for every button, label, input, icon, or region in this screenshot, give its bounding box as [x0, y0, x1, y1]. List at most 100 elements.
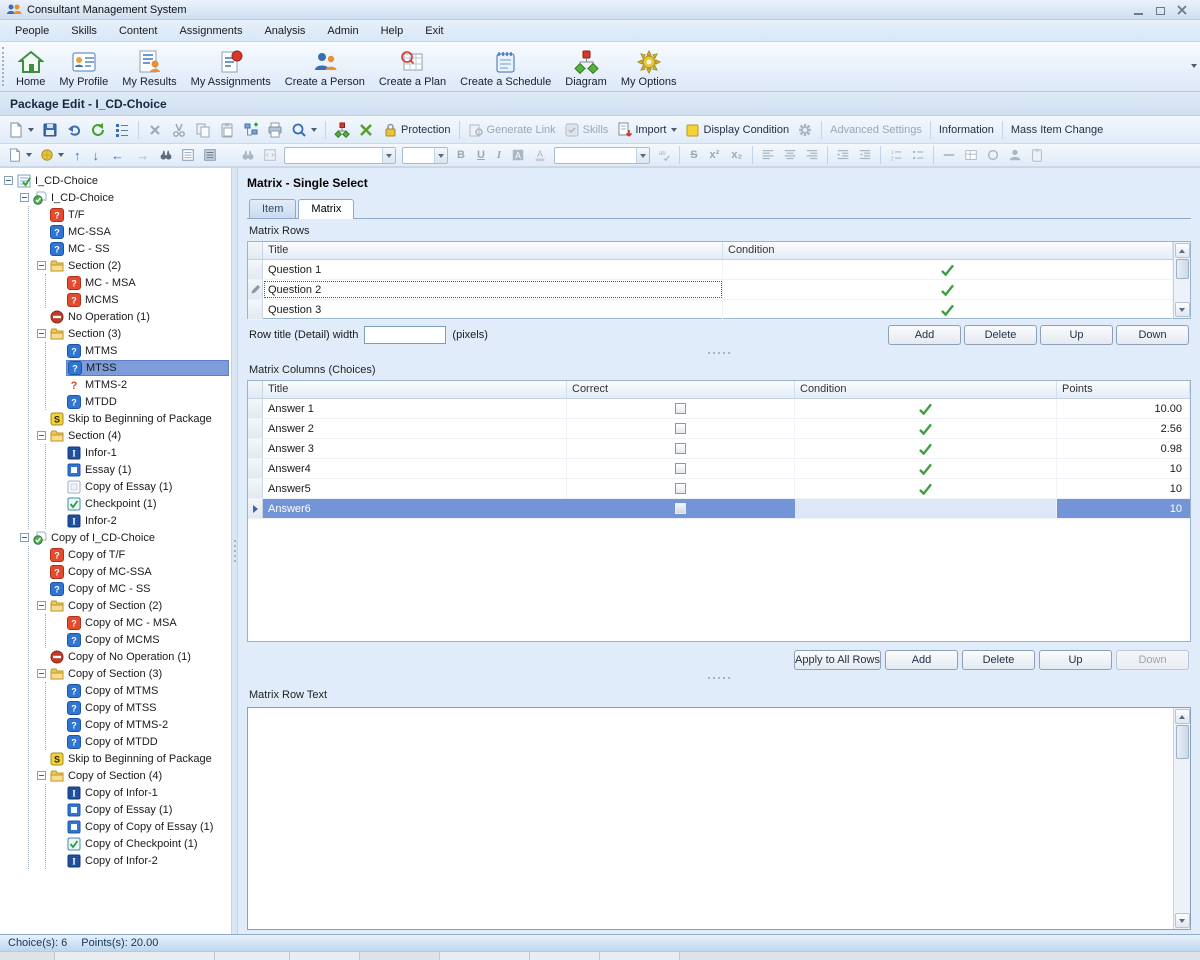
matrix-row[interactable]: Question 3	[248, 300, 1173, 320]
scroll-up-arrow[interactable]	[1175, 243, 1190, 258]
correct-checkbox[interactable]	[675, 443, 686, 454]
choice-row-selector[interactable]	[248, 419, 263, 438]
back-button[interactable]: ←	[105, 146, 130, 165]
choice-row[interactable]: Answer510	[248, 479, 1190, 499]
tree-item-skip-to-beginning-of-package[interactable]: SSkip to Beginning of Package	[49, 412, 229, 426]
create-a-plan-button[interactable]: Create a Plan	[372, 44, 453, 90]
expand-toggle[interactable]	[37, 261, 46, 270]
doc-new-icon[interactable]	[4, 120, 38, 140]
choice-row-selector[interactable]	[248, 459, 263, 478]
diagram-button[interactable]: Diagram	[558, 44, 614, 90]
add-button[interactable]: Add	[885, 650, 958, 670]
tree-item-essay-1[interactable]: Essay (1)	[66, 463, 229, 477]
tree-item-mtms-2[interactable]: ?MTMS-2	[66, 378, 229, 392]
menu-admin[interactable]: Admin	[316, 22, 369, 40]
tree-item-no-operation-1[interactable]: No Operation (1)	[49, 310, 229, 324]
scroll-down-arrow[interactable]	[1175, 913, 1190, 928]
menu-analysis[interactable]: Analysis	[253, 22, 316, 40]
menu-exit[interactable]: Exit	[414, 22, 454, 40]
scroll-down-arrow[interactable]	[1175, 302, 1190, 317]
choice-row[interactable]: Answer 110.00	[248, 399, 1190, 419]
tree-item-copy-of-mc-ssa[interactable]: ?Copy of MC-SSA	[49, 565, 229, 579]
create-a-schedule-button[interactable]: Create a Schedule	[453, 44, 558, 90]
tree-item-i-cd-choice[interactable]: I_CD-Choice	[32, 191, 229, 205]
choice-row[interactable]: Answer410	[248, 459, 1190, 479]
correct-checkbox[interactable]	[675, 483, 686, 494]
columns-text-splitter[interactable]	[247, 672, 1191, 683]
tree-item-copy-of-mtms[interactable]: ?Copy of MTMS	[66, 684, 229, 698]
tree-item-checkpoint-1[interactable]: Checkpoint (1)	[66, 497, 229, 511]
correct-checkbox[interactable]	[675, 503, 686, 514]
add-node-icon[interactable]	[239, 120, 263, 140]
tree-item-copy-of-essay-1[interactable]: Copy of Essay (1)	[66, 480, 229, 494]
rows-columns-splitter[interactable]	[247, 347, 1191, 358]
expand-toggle[interactable]	[37, 431, 46, 440]
tree-item-copy-of-mtdd[interactable]: ?Copy of MTDD	[66, 735, 229, 749]
tree-item-copy-of-t-f[interactable]: ?Copy of T/F	[49, 548, 229, 562]
up-button[interactable]: Up	[1039, 650, 1112, 670]
tree-item-section-4[interactable]: Section (4)	[49, 429, 229, 443]
import-button[interactable]: Import	[612, 120, 680, 140]
tree-item-mcms[interactable]: ?MCMS	[66, 293, 229, 307]
font-family-select[interactable]	[284, 147, 396, 164]
my-options-button[interactable]: My Options	[614, 44, 684, 90]
tree-item-copy-of-section-3[interactable]: Copy of Section (3)	[49, 667, 229, 681]
scroll-thumb[interactable]	[1176, 725, 1189, 759]
tree-item-copy-of-infor-2[interactable]: ICopy of Infor-2	[66, 854, 229, 868]
menu-help[interactable]: Help	[370, 22, 415, 40]
tree-item-copy-of-mtms-2[interactable]: ?Copy of MTMS-2	[66, 718, 229, 732]
tree-item-copy-of-mcms[interactable]: ?Copy of MCMS	[66, 633, 229, 647]
expand-toggle[interactable]	[20, 533, 29, 542]
find-icon[interactable]	[155, 146, 177, 164]
tree-item-mtdd[interactable]: ?MTDD	[66, 395, 229, 409]
tree-item-mc-ssa[interactable]: ?MC-SSA	[49, 225, 229, 239]
style-select[interactable]	[554, 147, 650, 164]
add-button[interactable]: Add	[888, 325, 961, 345]
restore-icon[interactable]	[1154, 5, 1166, 15]
expand-toggle[interactable]	[37, 329, 46, 338]
tree-item-t-f[interactable]: ?T/F	[49, 208, 229, 222]
tree-splitter[interactable]	[231, 168, 238, 934]
row-selector[interactable]	[248, 280, 263, 299]
my-results-button[interactable]: My Results	[115, 44, 183, 90]
tree-item-infor-2[interactable]: IInfor-2	[66, 514, 229, 528]
tree-item-mc-ss[interactable]: ?MC - SS	[49, 242, 229, 256]
tree-item-mtss[interactable]: ?MTSS	[66, 360, 229, 376]
correct-checkbox[interactable]	[675, 403, 686, 414]
correct-checkbox[interactable]	[675, 423, 686, 434]
up-button[interactable]: Up	[1040, 325, 1113, 345]
choice-row[interactable]: Answer 30.98	[248, 439, 1190, 459]
move-up-button[interactable]: ↑	[68, 146, 87, 165]
refresh-icon[interactable]	[86, 120, 110, 140]
tree-item-copy-of-copy-of-essay-1[interactable]: Copy of Copy of Essay (1)	[66, 820, 229, 834]
correct-checkbox[interactable]	[675, 463, 686, 474]
expand-toggle[interactable]	[37, 601, 46, 610]
menu-skills[interactable]: Skills	[60, 22, 108, 40]
expand-toggle[interactable]	[20, 193, 29, 202]
tree-item-copy-of-mc-msa[interactable]: ?Copy of MC - MSA	[66, 616, 229, 630]
menu-assignments[interactable]: Assignments	[168, 22, 253, 40]
expand-toggle[interactable]	[37, 669, 46, 678]
choice-row-selector[interactable]	[248, 399, 263, 418]
tree-item-copy-of-infor-1[interactable]: ICopy of Infor-1	[66, 786, 229, 800]
search-icon[interactable]	[287, 120, 321, 140]
display-condition-button[interactable]: Display Condition	[681, 120, 794, 140]
scroll-up-arrow[interactable]	[1175, 709, 1190, 724]
tree-item-infor-1[interactable]: IInfor-1	[66, 446, 229, 460]
create-a-person-button[interactable]: Create a Person	[278, 44, 372, 90]
tree-item-i-cd-choice[interactable]: I_CD-Choice	[16, 174, 229, 188]
mass-item-change-button[interactable]: Mass Item Change	[1007, 122, 1107, 138]
remove-x-icon[interactable]	[354, 120, 378, 140]
tree-item-copy-of-section-4[interactable]: Copy of Section (4)	[49, 769, 229, 783]
home-button[interactable]: Home	[9, 44, 52, 90]
matrix-row[interactable]: Question 2	[248, 280, 1173, 300]
tab-item[interactable]: Item	[249, 199, 296, 218]
save-icon[interactable]	[38, 120, 62, 140]
choice-row-selector[interactable]	[248, 479, 263, 498]
undo-icon[interactable]	[62, 120, 86, 140]
choice-row[interactable]: Answer610	[248, 499, 1190, 519]
expand-toggle[interactable]	[4, 176, 13, 185]
matrix-row-text-scrollbar[interactable]	[1173, 708, 1190, 929]
choice-row[interactable]: Answer 22.56	[248, 419, 1190, 439]
tab-matrix[interactable]: Matrix	[298, 199, 354, 219]
